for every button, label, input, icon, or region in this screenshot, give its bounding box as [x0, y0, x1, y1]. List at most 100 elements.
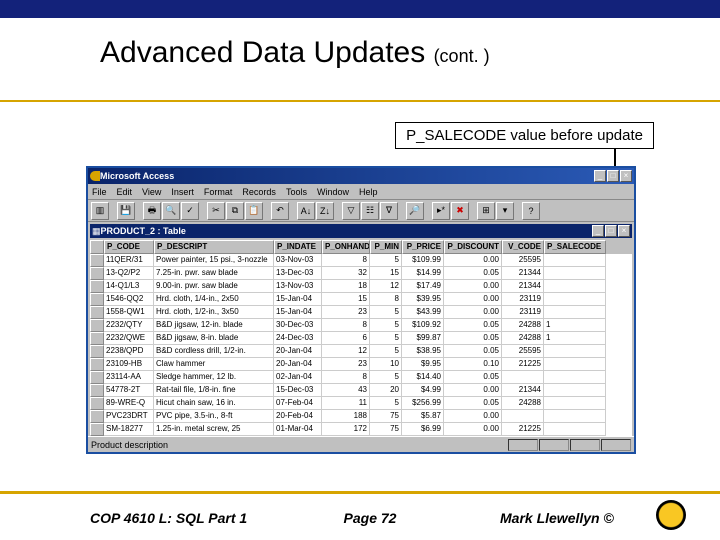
cell[interactable]: 23 [322, 306, 370, 319]
sort-desc-button[interactable]: Z↓ [316, 202, 334, 220]
menu-help[interactable]: Help [359, 187, 378, 197]
cell[interactable]: 25595 [502, 345, 544, 358]
table-maximize-button[interactable]: □ [605, 225, 617, 237]
cell[interactable]: 15-Dec-03 [274, 384, 322, 397]
cell[interactable]: 23109-HB [104, 358, 154, 371]
menu-format[interactable]: Format [204, 187, 233, 197]
row-selector[interactable] [90, 332, 104, 345]
cell[interactable]: 1.25-in. metal screw, 25 [154, 423, 274, 436]
cell[interactable]: 15 [322, 293, 370, 306]
cell[interactable]: $4.99 [402, 384, 444, 397]
cell[interactable]: 23114-AA [104, 371, 154, 384]
cell[interactable]: Hrd. cloth, 1/2-in., 3x50 [154, 306, 274, 319]
help-button[interactable]: ? [522, 202, 540, 220]
cell[interactable] [544, 397, 606, 410]
cell[interactable]: 20 [370, 384, 402, 397]
cell[interactable]: 18 [322, 280, 370, 293]
cell[interactable]: $9.95 [402, 358, 444, 371]
cell[interactable]: $256.99 [402, 397, 444, 410]
cell[interactable]: SM-18277 [104, 423, 154, 436]
cell[interactable]: PVC pipe, 3.5-in., 8-ft [154, 410, 274, 423]
menu-file[interactable]: File [92, 187, 107, 197]
cell[interactable]: 11 [322, 397, 370, 410]
cell[interactable]: 21344 [502, 280, 544, 293]
minimize-button[interactable]: _ [594, 170, 606, 182]
cell[interactable]: 7.25-in. pwr. saw blade [154, 267, 274, 280]
cell[interactable]: 8 [322, 319, 370, 332]
cell[interactable]: 12 [322, 345, 370, 358]
cell[interactable]: $43.99 [402, 306, 444, 319]
row-selector[interactable] [90, 371, 104, 384]
delete-record-button[interactable]: ✖ [451, 202, 469, 220]
cell[interactable]: 5 [370, 254, 402, 267]
cell[interactable]: 8 [322, 371, 370, 384]
menu-tools[interactable]: Tools [286, 187, 307, 197]
cell[interactable]: 8 [322, 254, 370, 267]
new-record-button[interactable]: ▸* [432, 202, 450, 220]
row-selector[interactable] [90, 267, 104, 280]
cell[interactable]: 21225 [502, 423, 544, 436]
cell[interactable]: Sledge hammer, 12 lb. [154, 371, 274, 384]
cell[interactable] [502, 410, 544, 423]
cell[interactable] [544, 371, 606, 384]
cell[interactable]: 15-Jan-04 [274, 293, 322, 306]
menu-edit[interactable]: Edit [117, 187, 133, 197]
cell[interactable]: 32 [322, 267, 370, 280]
row-selector[interactable] [90, 319, 104, 332]
save-button[interactable]: 💾 [117, 202, 135, 220]
cell[interactable]: 15-Jan-04 [274, 306, 322, 319]
cell[interactable]: 1546-QQ2 [104, 293, 154, 306]
cell[interactable]: 23 [322, 358, 370, 371]
cell[interactable]: 20-Jan-04 [274, 345, 322, 358]
cell[interactable]: 1558-QW1 [104, 306, 154, 319]
cell[interactable]: 188 [322, 410, 370, 423]
cell[interactable] [544, 306, 606, 319]
cell[interactable]: 15 [370, 267, 402, 280]
table-minimize-button[interactable]: _ [592, 225, 604, 237]
find-button[interactable]: 🔎 [406, 202, 424, 220]
view-button[interactable]: ▥ [91, 202, 109, 220]
cell[interactable]: 75 [370, 423, 402, 436]
cell[interactable]: B&D cordless drill, 1/2-in. [154, 345, 274, 358]
cell[interactable]: B&D jigsaw, 12-in. blade [154, 319, 274, 332]
cell[interactable]: $5.87 [402, 410, 444, 423]
cell[interactable]: 0.00 [444, 410, 502, 423]
row-selector[interactable] [90, 280, 104, 293]
spell-button[interactable]: ✓ [181, 202, 199, 220]
cell[interactable]: $109.92 [402, 319, 444, 332]
cell[interactable]: 0.10 [444, 358, 502, 371]
row-selector[interactable] [90, 358, 104, 371]
select-all[interactable] [90, 240, 104, 254]
print-button[interactable]: 🖶 [143, 202, 161, 220]
cell[interactable] [544, 345, 606, 358]
cell[interactable]: 89-WRE-Q [104, 397, 154, 410]
column-header[interactable]: P_DESCRIPT [154, 240, 274, 254]
row-selector[interactable] [90, 345, 104, 358]
row-selector[interactable] [90, 384, 104, 397]
cell[interactable] [544, 384, 606, 397]
cell[interactable]: 9.00-in. pwr. saw blade [154, 280, 274, 293]
row-selector[interactable] [90, 410, 104, 423]
cell[interactable]: 43 [322, 384, 370, 397]
new-object-button[interactable]: ▾ [496, 202, 514, 220]
paste-button[interactable]: 📋 [245, 202, 263, 220]
cell[interactable]: B&D jigsaw, 8-in. blade [154, 332, 274, 345]
cell[interactable]: 0.05 [444, 345, 502, 358]
cell[interactable]: $99.87 [402, 332, 444, 345]
cell[interactable]: Rat-tail file, 1/8-in. fine [154, 384, 274, 397]
cell[interactable]: $39.95 [402, 293, 444, 306]
cell[interactable]: 13-Q2/P2 [104, 267, 154, 280]
cell[interactable]: $14.40 [402, 371, 444, 384]
cell[interactable]: 14-Q1/L3 [104, 280, 154, 293]
sort-asc-button[interactable]: A↓ [297, 202, 315, 220]
column-header[interactable]: P_DISCOUNT [444, 240, 502, 254]
cell[interactable]: 0.00 [444, 254, 502, 267]
close-button[interactable]: × [620, 170, 632, 182]
cell[interactable] [544, 254, 606, 267]
cell[interactable] [544, 358, 606, 371]
cell[interactable]: $14.99 [402, 267, 444, 280]
cell[interactable]: 13-Nov-03 [274, 280, 322, 293]
cell[interactable]: 24288 [502, 332, 544, 345]
cell[interactable]: 0.05 [444, 371, 502, 384]
cell[interactable]: 01-Mar-04 [274, 423, 322, 436]
